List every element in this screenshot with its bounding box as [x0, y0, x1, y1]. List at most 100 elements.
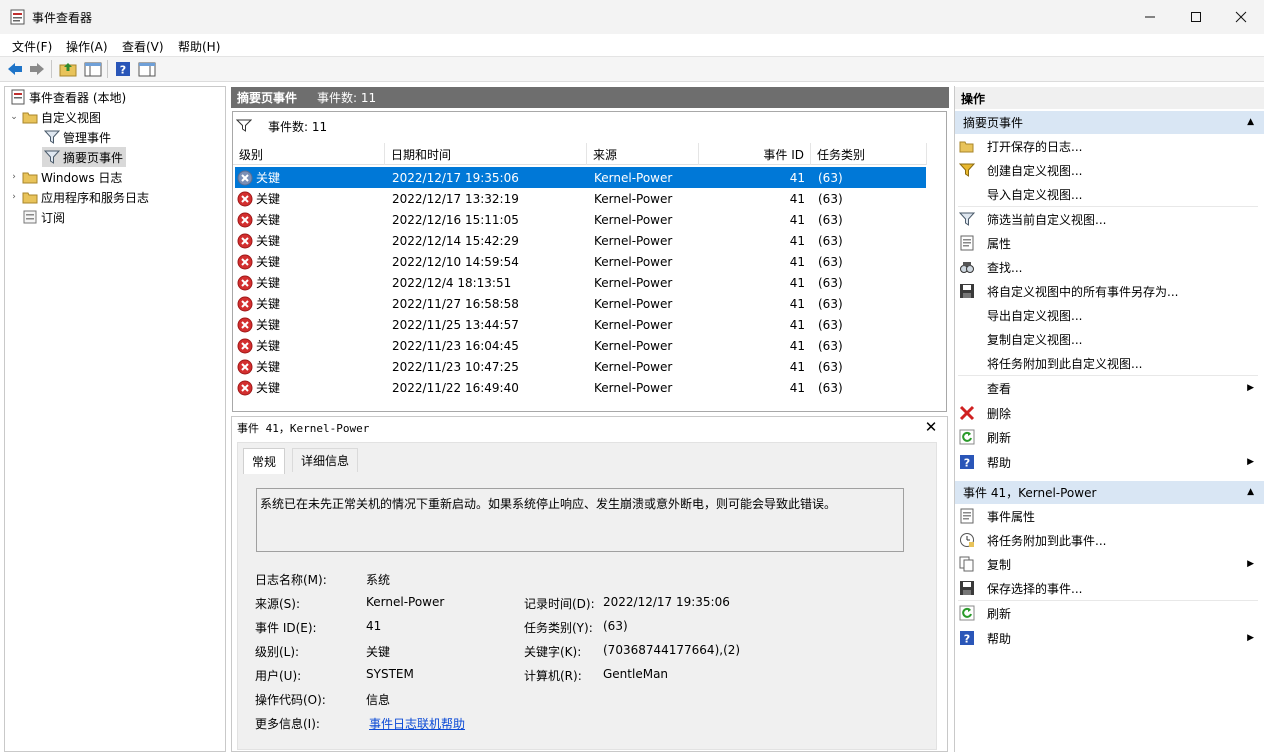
action-item[interactable]: 打开保存的日志... — [958, 135, 1258, 157]
cell-level: 关键 — [256, 360, 281, 374]
show-hide-action-pane-icon[interactable] — [137, 59, 157, 79]
table-row[interactable]: 关键 2022/12/17 19:35:06 Kernel-Power 41 (63) — [235, 167, 926, 188]
list-pane-header: 摘要页事件 事件数: 11 — [231, 87, 949, 108]
filter-icon — [44, 129, 60, 145]
action-item[interactable]: 查找... — [958, 256, 1258, 278]
expand-chevron-icon[interactable]: › — [8, 192, 20, 202]
column-datetime[interactable]: 日期和时间 — [385, 143, 587, 165]
window-title: 事件查看器 — [32, 11, 93, 25]
action-label: 复制自定义视图... — [987, 332, 1083, 347]
cell-task-category: (63) — [818, 380, 843, 395]
action-item[interactable]: ? 帮助 ▶ — [958, 451, 1258, 473]
action-item[interactable]: 复制 ▶ — [958, 553, 1258, 575]
action-item[interactable]: 属性 — [958, 232, 1258, 254]
blank-icon — [958, 330, 976, 348]
help-icon[interactable]: ? — [113, 59, 133, 79]
collapse-up-icon[interactable]: ▲ — [1247, 487, 1254, 497]
tree-item-root[interactable]: 事件查看器 (本地) — [8, 87, 126, 107]
table-row[interactable]: 关键 2022/11/22 16:49:40 Kernel-Power 41 (63) — [235, 377, 926, 398]
up-folder-icon[interactable] — [58, 59, 78, 79]
action-label: 导出自定义视图... — [987, 308, 1083, 323]
tree-item-admin-events[interactable]: 管理事件 — [42, 127, 111, 147]
cell-task-category: (63) — [818, 233, 843, 248]
cell-event-id: 41 — [789, 317, 805, 332]
table-row[interactable]: 关键 2022/12/4 18:13:51 Kernel-Power 41 (63) — [235, 272, 926, 293]
minimize-button[interactable] — [1127, 0, 1173, 34]
online-help-link[interactable]: 事件日志联机帮助 — [369, 715, 465, 732]
action-item[interactable]: 复制自定义视图... — [958, 328, 1258, 350]
tree-item-custom-views[interactable]: ⌄ 自定义视图 — [8, 107, 101, 127]
event-description[interactable]: 系统已在未先正常关机的情况下重新启动。如果系统停止响应、发生崩溃或意外断电，则可… — [256, 488, 904, 552]
column-task-category[interactable]: 任务类别 — [811, 143, 927, 165]
prop-opcode-value: 信息 — [366, 693, 391, 707]
table-row[interactable]: 关键 2022/12/17 13:32:19 Kernel-Power 41 (63) — [235, 188, 926, 209]
action-item[interactable]: 将任务附加到此自定义视图... — [958, 352, 1258, 374]
action-item[interactable]: 创建自定义视图... — [958, 159, 1258, 181]
tree-item-summary-events[interactable]: 摘要页事件 — [42, 147, 127, 167]
close-icon[interactable]: ✕ — [923, 418, 939, 436]
cell-task-category: (63) — [818, 170, 843, 185]
cell-level: 关键 — [256, 339, 281, 353]
action-item[interactable]: 导出自定义视图... — [958, 304, 1258, 326]
action-item[interactable]: 事件属性 — [958, 505, 1258, 527]
cell-task-category: (63) — [818, 254, 843, 269]
collapse-chevron-icon[interactable]: ⌄ — [8, 112, 20, 122]
prop-computer-label: 计算机(R): — [524, 669, 582, 683]
action-item[interactable]: 将自定义视图中的所有事件另存为... — [958, 280, 1258, 302]
table-row[interactable]: 关键 2022/12/10 14:59:54 Kernel-Power 41 (63) — [235, 251, 926, 272]
show-hide-tree-icon[interactable] — [83, 59, 103, 79]
menu-file[interactable]: 文件(F) — [12, 38, 52, 55]
expand-chevron-icon[interactable]: › — [8, 172, 20, 182]
tree-item-windows-logs[interactable]: › Windows 日志 — [8, 167, 122, 187]
table-row[interactable]: 关键 2022/11/23 10:47:25 Kernel-Power 41 (63) — [235, 356, 926, 377]
action-item[interactable]: 刷新 — [958, 602, 1258, 624]
tree-label-summary-events: 摘要页事件 — [63, 150, 124, 165]
forward-arrow-icon[interactable] — [27, 59, 47, 79]
cell-level: 关键 — [256, 171, 281, 185]
title-bar — [0, 0, 1264, 34]
back-arrow-icon[interactable] — [5, 59, 25, 79]
column-event-id[interactable]: 事件 ID — [699, 143, 811, 165]
tree-item-subscriptions[interactable]: 订阅 — [8, 207, 65, 227]
column-source[interactable]: 来源 — [587, 143, 699, 165]
table-row[interactable]: 关键 2022/12/16 15:11:05 Kernel-Power 41 (63) — [235, 209, 926, 230]
actions-section-event[interactable]: 事件 41，Kernel-Power ▲ — [955, 481, 1264, 504]
menu-help[interactable]: 帮助(H) — [178, 38, 220, 55]
action-item[interactable]: 筛选当前自定义视图... — [958, 208, 1258, 230]
table-row[interactable]: 关键 2022/11/25 13:44:57 Kernel-Power 41 (63) — [235, 314, 926, 335]
critical-error-icon — [237, 272, 253, 293]
action-item[interactable]: 刷新 — [958, 426, 1258, 448]
table-row[interactable]: 关键 2022/11/27 16:58:58 Kernel-Power 41 (63) — [235, 293, 926, 314]
maximize-button[interactable] — [1173, 0, 1219, 34]
collapse-up-icon[interactable]: ▲ — [1247, 117, 1254, 127]
filter-count: 事件数: 11 — [268, 119, 328, 134]
cell-level: 关键 — [256, 276, 281, 290]
action-item[interactable]: 删除 — [958, 402, 1258, 424]
action-item[interactable]: 保存选择的事件... — [958, 577, 1258, 599]
tab-details[interactable]: 详细信息 — [292, 448, 359, 472]
prop-opcode-label: 操作代码(O): — [255, 693, 326, 707]
cell-level: 关键 — [256, 255, 281, 269]
table-row[interactable]: 关键 2022/12/14 15:42:29 Kernel-Power 41 (63) — [235, 230, 926, 251]
menu-view[interactable]: 查看(V) — [122, 38, 164, 55]
cell-source: Kernel-Power — [594, 233, 673, 248]
prop-event-id-label: 事件 ID(E): — [255, 621, 317, 635]
cell-source: Kernel-Power — [594, 170, 673, 185]
prop-logged-label: 记录时间(D): — [524, 597, 595, 611]
action-item[interactable]: 查看 ▶ — [958, 377, 1258, 399]
cell-datetime: 2022/12/16 15:11:05 — [392, 212, 519, 227]
close-button[interactable] — [1218, 0, 1264, 34]
action-item[interactable]: 将任务附加到此事件... — [958, 529, 1258, 551]
submenu-arrow-icon: ▶ — [1247, 559, 1254, 569]
tree-item-app-service-logs[interactable]: › 应用程序和服务日志 — [8, 187, 149, 207]
action-item[interactable]: ? 帮助 ▶ — [958, 627, 1258, 649]
column-level[interactable]: 级别 — [233, 143, 385, 165]
action-label: 帮助 — [987, 455, 1012, 470]
menu-action[interactable]: 操作(A) — [66, 38, 108, 55]
cell-task-category: (63) — [818, 296, 843, 311]
table-row[interactable]: 关键 2022/11/23 16:04:45 Kernel-Power 41 (63) — [235, 335, 926, 356]
action-item[interactable]: 导入自定义视图... — [958, 183, 1258, 205]
actions-section-summary[interactable]: 摘要页事件 ▲ — [955, 111, 1264, 134]
tab-general[interactable]: 常规 — [243, 448, 286, 474]
action-label: 帮助 — [987, 631, 1012, 646]
